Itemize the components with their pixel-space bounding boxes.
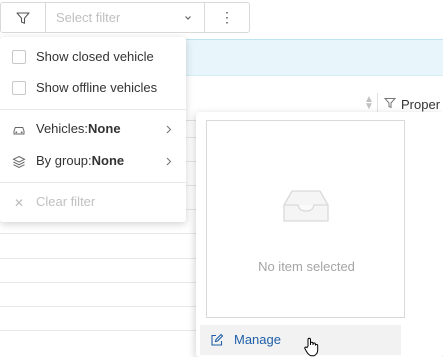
filter-icon — [16, 11, 30, 24]
menu-item-label: Show closed vehicle — [36, 49, 154, 64]
more-options-button[interactable]: ⋮ — [205, 3, 249, 32]
selected-items-list[interactable]: No item selected — [206, 120, 405, 318]
menu-item-label: By group:None — [36, 153, 125, 168]
vehicles-value: None — [88, 121, 121, 136]
sort-icon[interactable]: ▲ ▼ — [364, 95, 374, 112]
chevron-down-icon — [185, 16, 191, 20]
chevron-right-icon — [166, 125, 172, 134]
filter-toolbar: Select filter ⋮ — [0, 2, 250, 33]
menu-divider — [0, 109, 186, 110]
chevron-right-icon — [166, 157, 172, 166]
close-icon: ✕ — [14, 196, 25, 210]
manage-button[interactable]: Manage — [200, 325, 401, 355]
empty-state-text: No item selected — [258, 259, 355, 274]
empty-inbox-icon — [283, 190, 329, 222]
column-divider — [377, 93, 378, 113]
menu-item-label: Clear filter — [36, 194, 96, 209]
checkbox[interactable] — [12, 81, 26, 95]
property-column-header[interactable]: Proper — [401, 97, 440, 112]
hand-cursor-icon — [304, 337, 319, 357]
menu-item-clear-filter[interactable]: ✕ Clear filter — [0, 187, 186, 219]
car-icon — [13, 127, 25, 135]
filter-button[interactable] — [1, 3, 46, 32]
edit-icon — [211, 333, 224, 346]
group-value: None — [91, 153, 125, 168]
menu-item-by-group[interactable]: By group:None — [0, 146, 186, 178]
menu-item-vehicles[interactable]: Vehicles:None — [0, 114, 186, 146]
layers-icon — [12, 155, 26, 169]
checkbox[interactable] — [12, 50, 26, 64]
manage-label: Manage — [234, 332, 281, 347]
column-filter-icon[interactable] — [384, 97, 396, 109]
filter-dropdown-menu: Show closed vehicle Show offline vehicle… — [0, 37, 186, 222]
menu-item-show-closed-vehicle[interactable]: Show closed vehicle — [0, 42, 186, 74]
menu-item-label: Vehicles:None — [36, 121, 121, 136]
more-vertical-icon: ⋮ — [220, 9, 234, 25]
menu-divider — [0, 182, 186, 183]
menu-item-show-offline-vehicles[interactable]: Show offline vehicles — [0, 73, 186, 105]
select-placeholder: Select filter — [56, 10, 121, 25]
menu-item-label: Show offline vehicles — [36, 80, 158, 95]
vehicles-submenu: No item selected Manage — [196, 112, 443, 357]
filter-select[interactable]: Select filter — [46, 3, 205, 32]
